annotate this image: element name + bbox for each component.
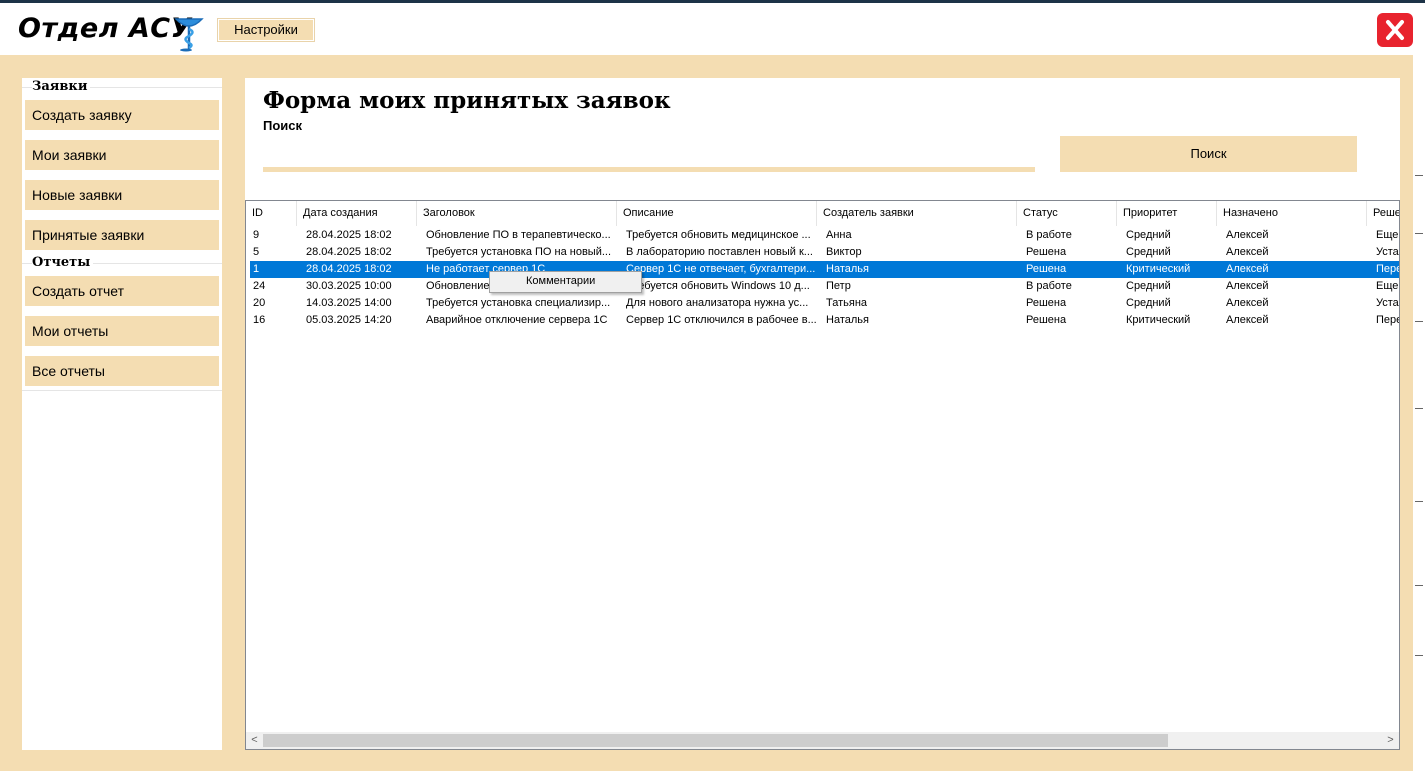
table-row[interactable]: 16 05.03.2025 14:20 Аварийное отключение с… [250,312,1400,329]
table-cell: Решена [1026,314,1067,326]
context-menu: Комментарии [489,271,642,293]
table-cell: Наталья [826,263,869,275]
table-cell: 9 [253,229,260,241]
table-cell: Критический [1126,314,1191,326]
table-cell: Аварийное отключение сервера 1С [426,314,608,326]
column-header[interactable]: Назначено [1217,201,1367,226]
table-cell: 30.03.2025 10:00 [306,280,392,292]
table-row[interactable]: 9 28.04.2025 18:02 Обновление ПО в терапев… [250,227,1399,244]
column-header[interactable]: Дата создания [297,201,417,226]
column-header[interactable]: ID [246,201,297,226]
settings-button[interactable]: Настройки [217,18,315,42]
close-button[interactable] [1377,13,1413,47]
scroll-left-icon[interactable]: < [246,732,263,749]
column-header[interactable]: Приоритет [1117,201,1217,226]
sidebar-item-new-requests[interactable]: Новые заявки [25,180,219,210]
requests-grid[interactable]: ID Дата создания Заголовок Описание Создател… [245,200,1400,750]
group-divider [22,390,222,391]
group-title-requests: Заявки [32,79,91,94]
app-title: Отдел АСУ [18,13,192,44]
table-cell: В работе [1026,229,1072,241]
table-row[interactable]: 5 28.04.2025 18:02 Требуется установка ПО … [250,244,1399,261]
column-header[interactable]: Создатель заявки [817,201,1017,226]
table-row[interactable]: 20 14.03.2025 14:00 Требуется установка сп… [250,295,1399,312]
column-header[interactable]: Реше [1367,201,1399,226]
table-cell: Алексей [1226,314,1269,326]
table-cell: 20 [253,297,266,309]
table-cell: Татьяна [826,297,868,309]
table-cell: Виктор [826,246,862,258]
table-cell: Алексей [1226,229,1269,241]
table-cell: Наталья [826,314,869,326]
app-header: Отдел АСУ Настройки [0,3,1413,55]
search-button[interactable]: Поиск [1060,136,1357,172]
table-cell: Пере [1376,263,1400,275]
table-row[interactable]: 1 28.04.2025 18:02 Не работает сервер 1С Се… [250,261,1400,278]
table-cell: Решена [1026,246,1067,258]
table-cell: Требуется установка ПО на новый... [426,246,612,258]
horizontal-scrollbar[interactable]: < > [246,732,1399,749]
page-title: Форма моих принятых заявок [263,87,671,114]
table-cell: Обновление ПО в терапевтическо... [426,229,611,241]
table-cell: Средний [1126,297,1171,309]
table-cell: В лабораторию поставлен новый к... [626,246,813,258]
table-cell: Анна [826,229,852,241]
table-cell: Уста [1376,297,1399,309]
table-cell: Решена [1026,263,1067,275]
table-cell: 28.04.2025 18:02 [306,229,392,241]
table-cell: 28.04.2025 18:02 [306,246,392,258]
table-cell: Критический [1126,263,1191,275]
table-cell: Петр [826,280,851,292]
table-cell: Средний [1126,280,1171,292]
search-label: Поиск [263,118,303,133]
table-cell: В работе [1026,280,1072,292]
table-cell: Сервер 1С не отвечает, бухгалтери... [626,263,816,275]
grid-header: ID Дата создания Заголовок Описание Создател… [246,201,1399,226]
table-cell: Еще [1376,229,1399,241]
scroll-right-icon[interactable]: > [1382,732,1399,749]
table-cell: Решена [1026,297,1067,309]
table-cell: 28.04.2025 18:02 [306,263,392,275]
table-cell: Пере [1376,314,1400,326]
table-cell: Алексей [1226,246,1269,258]
group-title-reports: Отчеты [32,255,94,270]
table-row[interactable]: 24 30.03.2025 10:00 Обновление ОС Требуется… [250,278,1399,295]
table-cell: Еще [1376,280,1399,292]
table-cell: 05.03.2025 14:20 [306,314,392,326]
scrollbar-thumb[interactable] [263,734,1168,747]
sidebar-item-accepted-requests[interactable]: Принятые заявки [25,220,219,250]
window-right-edge [1413,3,1425,771]
table-cell: Алексей [1226,280,1269,292]
table-cell: Средний [1126,246,1171,258]
table-cell: Требуется обновить Windows 10 д... [626,280,810,292]
search-input[interactable] [263,138,1035,172]
sidebar-item-all-reports[interactable]: Все отчеты [25,356,219,386]
close-icon [1386,20,1404,40]
sidebar-item-create-report[interactable]: Создать отчет [25,276,219,306]
table-cell: Требуется установка специализир... [426,297,611,309]
column-header[interactable]: Описание [617,201,817,226]
medical-bowl-icon [174,18,204,52]
table-cell: Алексей [1226,263,1269,275]
sidebar-item-create-request[interactable]: Создать заявку [25,100,219,130]
table-cell: Требуется обновить медицинское ... [626,229,811,241]
table-cell: 5 [253,246,260,258]
table-cell: Сервер 1С отключился в рабочее в... [626,314,817,326]
table-cell: Средний [1126,229,1171,241]
table-cell: 1 [253,263,260,275]
sidebar-item-my-reports[interactable]: Мои отчеты [25,316,219,346]
sidebar-item-my-requests[interactable]: Мои заявки [25,140,219,170]
table-cell: Алексей [1226,297,1269,309]
context-menu-item-comments[interactable]: Комментарии [526,275,595,287]
table-cell: 16 [253,314,266,326]
column-header[interactable]: Заголовок [417,201,617,226]
sidebar: Заявки Создать заявку Мои заявки Новые з… [22,78,222,750]
main-panel: Форма моих принятых заявок Поиск Поиск I… [245,78,1400,750]
table-cell: Для нового анализатора нужна ус... [626,297,809,309]
table-cell: 14.03.2025 14:00 [306,297,392,309]
column-header[interactable]: Статус [1017,201,1117,226]
table-cell: 24 [253,280,266,292]
table-cell: Уста [1376,246,1399,258]
